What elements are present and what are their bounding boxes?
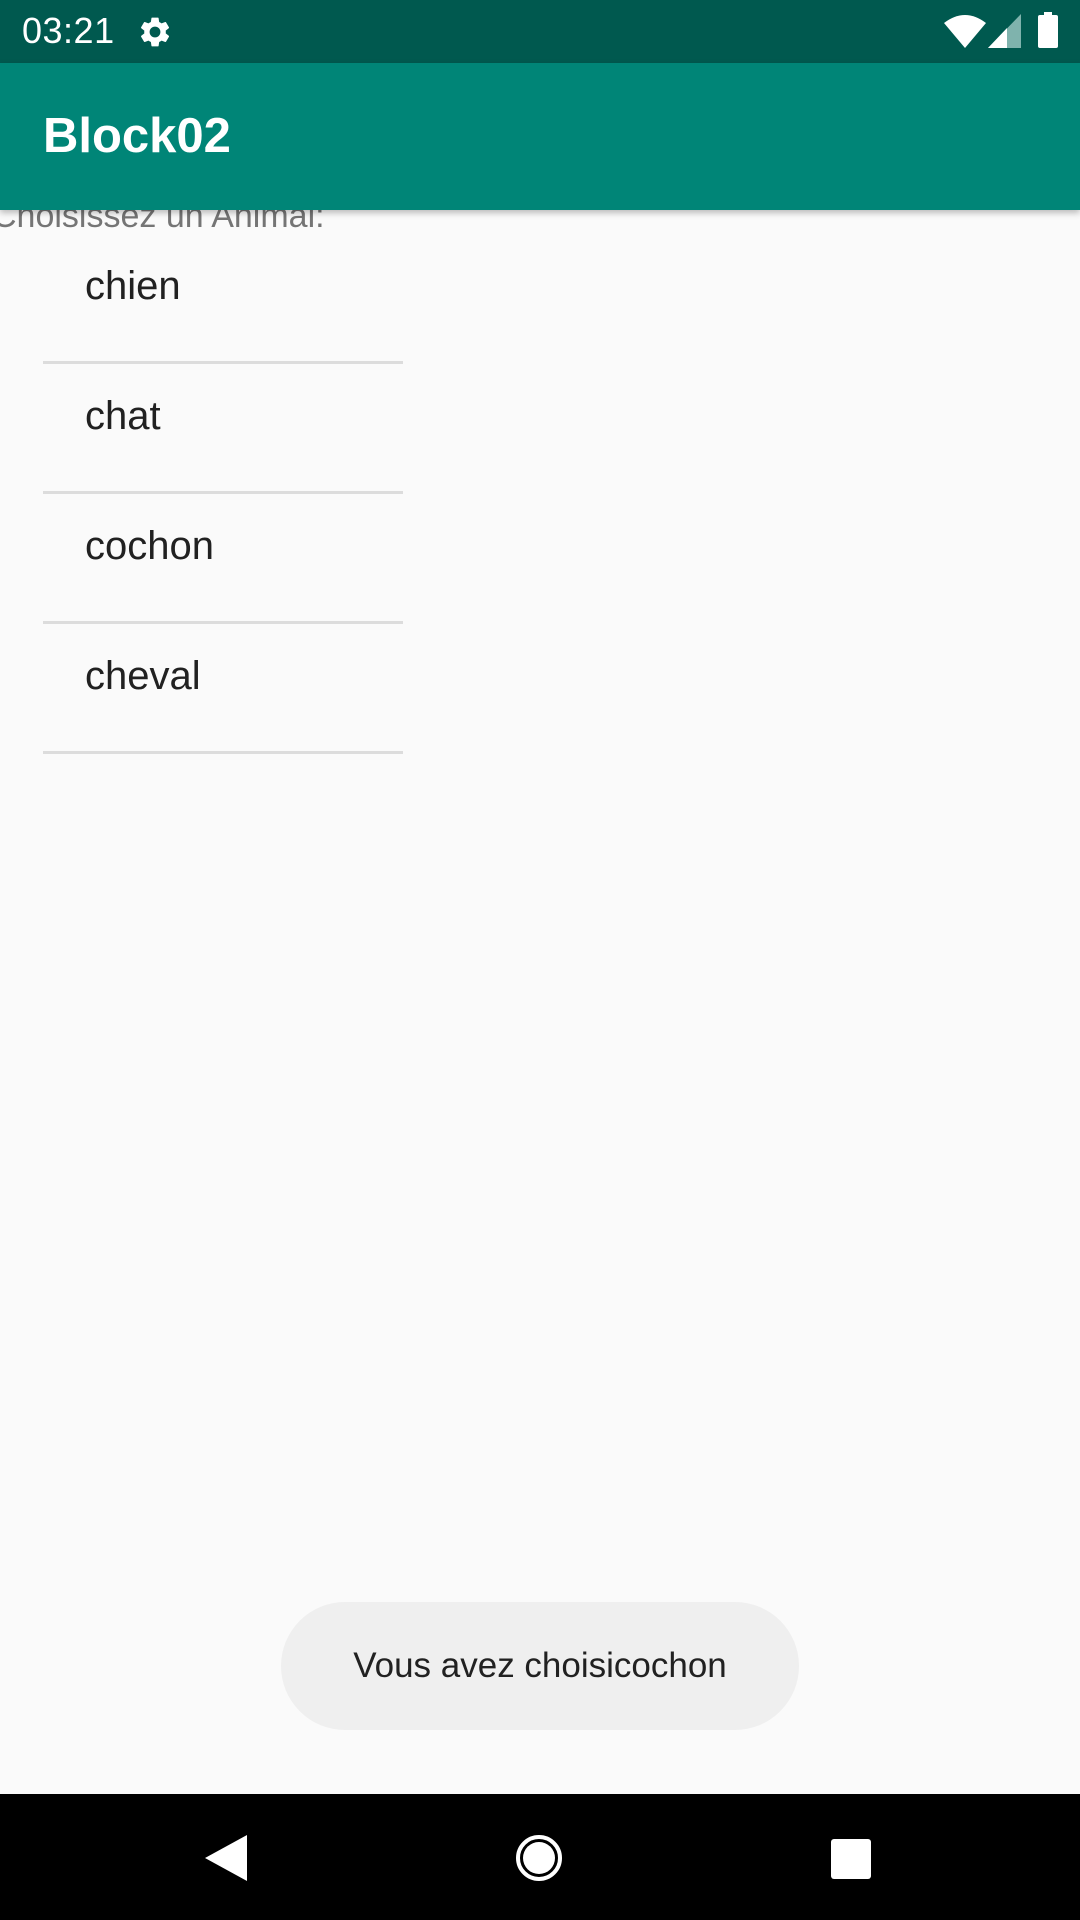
list-item-label: chat	[85, 394, 161, 438]
list-item-label: cochon	[85, 524, 214, 568]
status-bar: 03:21	[0, 0, 1080, 63]
list-item-cheval[interactable]: cheval	[43, 624, 403, 754]
back-icon[interactable]	[205, 1835, 247, 1881]
screen: 03:21 Block02 Choisissez un Animal: chie…	[0, 0, 1080, 1920]
toast-message: Vous avez choisicochon	[353, 1646, 727, 1685]
wifi-icon	[944, 15, 986, 48]
list-item-label: cheval	[85, 654, 201, 698]
battery-icon	[1038, 12, 1058, 48]
list-item-chien[interactable]: chien	[43, 234, 403, 364]
signal-icon	[988, 14, 1021, 48]
animal-list: chien chat cochon cheval	[43, 234, 403, 754]
toast: Vous avez choisicochon	[281, 1602, 799, 1730]
recents-icon[interactable]	[831, 1839, 871, 1879]
list-item-chat[interactable]: chat	[43, 364, 403, 494]
app-bar: Block02	[0, 63, 1080, 210]
list-item-cochon[interactable]: cochon	[43, 494, 403, 624]
list-item-label: chien	[85, 264, 181, 308]
home-icon[interactable]	[515, 1834, 563, 1882]
app-title: Block02	[43, 109, 231, 163]
gear-icon	[141, 17, 170, 47]
navigation-bar	[0, 1794, 1080, 1920]
status-time: 03:21	[22, 10, 115, 51]
